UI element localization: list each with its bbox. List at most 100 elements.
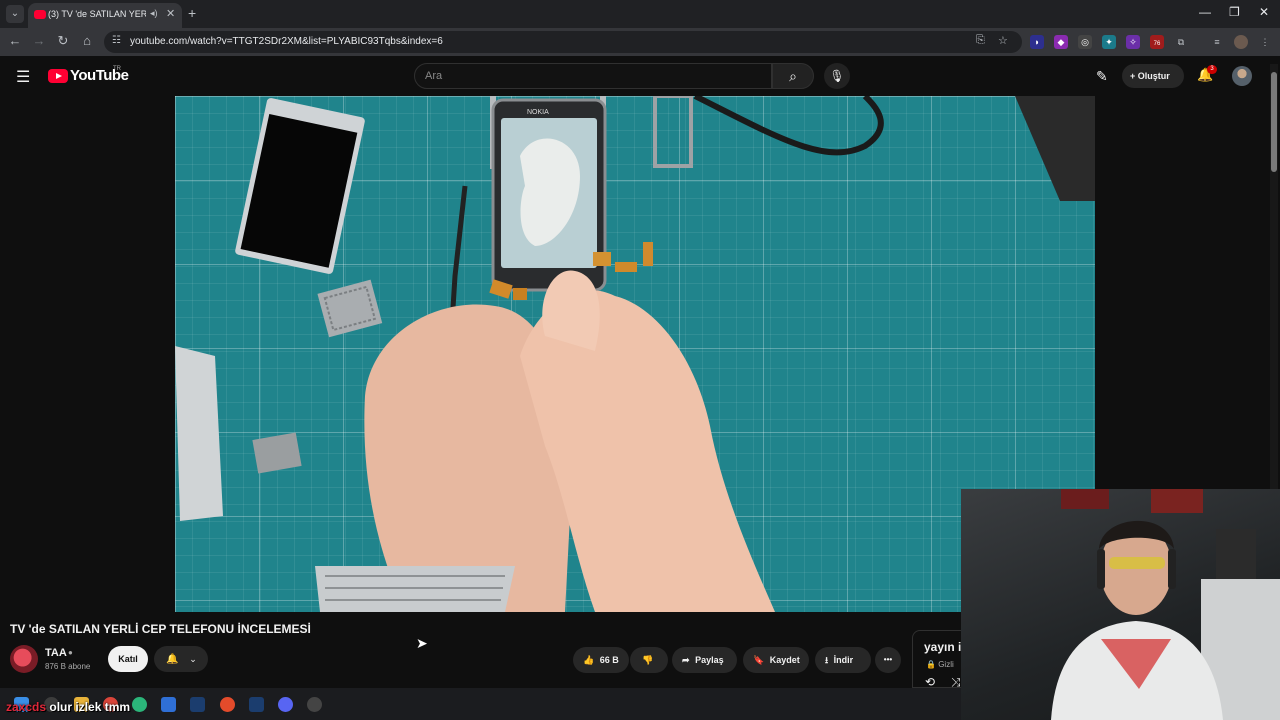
shuffle-icon[interactable]: ⤨ (951, 675, 961, 687)
metal-shield (317, 279, 383, 338)
url-text[interactable]: youtube.com/watch?v=TTGT2SDr2XM&list=PLY… (130, 36, 443, 47)
steam-icon[interactable] (190, 697, 205, 712)
install-app-icon[interactable]: ⎘ (976, 34, 985, 47)
save-label: Kaydet (769, 655, 800, 665)
download-label: İndir (833, 655, 854, 665)
channel-name[interactable]: TAA (45, 647, 67, 659)
extension-icon[interactable]: ◎ (1078, 35, 1092, 49)
plus-icon: + (1130, 71, 1138, 81)
flex-part (513, 288, 527, 300)
back-arrow-icon[interactable]: ← (6, 33, 24, 48)
search-input[interactable] (425, 68, 755, 84)
share-button[interactable]: ➦ Paylaş (672, 647, 737, 673)
nokia-phone: NOKIA (491, 98, 607, 292)
new-tab-button[interactable]: + (188, 5, 196, 21)
more-icon: ••• (883, 655, 893, 664)
thumbs-up-icon: 👍 (583, 655, 595, 665)
overlay-username: zaxcds (6, 700, 47, 714)
flex-part (593, 252, 611, 266)
extension-icon[interactable]: ✦ (1102, 35, 1116, 49)
more-actions-button[interactable]: ••• (875, 647, 901, 673)
active-tab[interactable]: (3) TV 'de SATILAN YERLİ C ◂) ✕ (28, 3, 182, 28)
lock-icon: 🔒 (926, 660, 936, 669)
download-button[interactable]: ⭳ İndir (815, 647, 871, 673)
video-player[interactable]: NOKIA (175, 96, 1095, 612)
bookmark-icon: 🔖 (753, 655, 765, 665)
store-icon[interactable] (161, 697, 176, 712)
share-arrow-icon: ➦ (682, 655, 690, 665)
minimize-icon[interactable]: — (1199, 5, 1211, 19)
headphones (1168, 549, 1176, 589)
discord-icon[interactable] (278, 697, 293, 712)
save-button[interactable]: 🔖 Kaydet (743, 647, 809, 673)
browser-toolbar: ← → ↻ ⌂ ☷ youtube.com/watch?v=TTGT2SDr2X… (0, 28, 1280, 56)
video-title: TV 'de SATILAN YERLİ CEP TELEFONU İNCELE… (10, 622, 311, 636)
metal-shield (252, 432, 302, 474)
extension-icon[interactable]: ◗ (1030, 35, 1044, 49)
cable (693, 96, 884, 156)
browser-menu-icon[interactable]: ⋮ (1258, 35, 1272, 49)
scrollbar-thumb[interactable] (1271, 72, 1277, 172)
verified-icon: ● (68, 648, 73, 657)
stream-overlay-text: zaxcds olur izlek tmm (6, 700, 130, 714)
dislike-button[interactable]: 👎 (630, 647, 668, 673)
profile-avatar[interactable] (1234, 35, 1248, 49)
taskbar: zaxcds olur izlek tmm (0, 688, 961, 720)
flex-part (643, 242, 653, 266)
puzzle-icon[interactable]: ⧉ (1174, 35, 1188, 49)
window-close-icon[interactable]: ✕ (1259, 5, 1269, 19)
tab-close-icon[interactable]: ✕ (166, 7, 175, 20)
share-label: Paylaş (695, 655, 724, 665)
like-count: 66 B (599, 655, 619, 665)
headphones (1097, 549, 1105, 589)
search-button[interactable]: ⌕ (772, 63, 814, 89)
loose-phone-screen (235, 98, 365, 274)
tab-audio-icon[interactable]: ◂) (150, 8, 158, 19)
microphone-icon: 🎙 (829, 69, 845, 83)
playlist-panel[interactable]: yayın i 🔒 Gizli ⟲ ⤨ (912, 630, 966, 688)
address-bar[interactable]: ☷ youtube.com/watch?v=TTGT2SDr2XM&list=P… (104, 31, 1022, 53)
tab-search-button[interactable]: ⌄ (6, 5, 24, 23)
room-object (1216, 529, 1256, 579)
youtube-logo-icon[interactable] (48, 69, 68, 83)
create-button[interactable]: + Oluştur (1122, 64, 1184, 88)
phone-part (653, 96, 693, 168)
subscription-bell-button[interactable]: 🔔 ⌄ (154, 646, 208, 672)
like-button[interactable]: 👍 66 B (573, 647, 629, 673)
youtube-masthead: ☰ YouTube TR ⌕ 🎙 ✎ + Oluştur 🔔 3 (0, 56, 1280, 96)
reading-list-icon[interactable]: ≡ (1210, 35, 1224, 49)
create-live-icon[interactable]: ✎ (1096, 68, 1108, 85)
chevron-down-icon: ⌄ (189, 654, 197, 664)
create-label: Oluştur (1137, 71, 1170, 81)
restore-icon[interactable]: ❐ (1229, 5, 1240, 19)
voice-search-button[interactable]: 🎙 (824, 63, 850, 89)
browser-tab-strip: ⌄ (3) TV 'de SATILAN YERLİ C ◂) ✕ + — ❐ … (0, 0, 1280, 28)
join-button[interactable]: Katıl (108, 646, 148, 672)
privacy-label: Gizli (938, 660, 954, 669)
extension-icon[interactable]: ◆ (1054, 35, 1068, 49)
home-icon[interactable]: ⌂ (78, 33, 96, 48)
account-avatar[interactable] (1232, 66, 1252, 86)
extension-badge-icon[interactable]: 76 (1150, 35, 1164, 49)
steam-icon[interactable] (249, 697, 264, 712)
tab-title: (3) TV 'de SATILAN YERLİ C (48, 9, 146, 19)
extension-badge-count: 76 (1153, 41, 1161, 47)
room-poster (1061, 489, 1109, 509)
reload-icon[interactable]: ↻ (54, 33, 72, 49)
bookmark-star-icon[interactable]: ☆ (998, 34, 1008, 47)
hamburger-menu-icon[interactable]: ☰ (16, 67, 30, 87)
site-info-icon[interactable]: ☷ (112, 35, 121, 46)
loop-icon[interactable]: ⟲ (925, 675, 935, 687)
extension-icon[interactable]: ✧ (1126, 35, 1140, 49)
playlist-title: yayın i (924, 640, 962, 654)
channel-avatar[interactable] (10, 645, 38, 673)
notification-badge: 3 (1207, 65, 1217, 74)
app-icon[interactable] (307, 697, 322, 712)
person-glasses (1109, 557, 1165, 569)
edge-icon[interactable] (132, 697, 147, 712)
forward-arrow-icon[interactable]: → (30, 33, 48, 48)
thumbs-down-icon: 👎 (642, 655, 654, 665)
room-poster (1151, 489, 1203, 513)
yandex-icon[interactable] (220, 697, 235, 712)
search-box[interactable] (414, 63, 772, 89)
